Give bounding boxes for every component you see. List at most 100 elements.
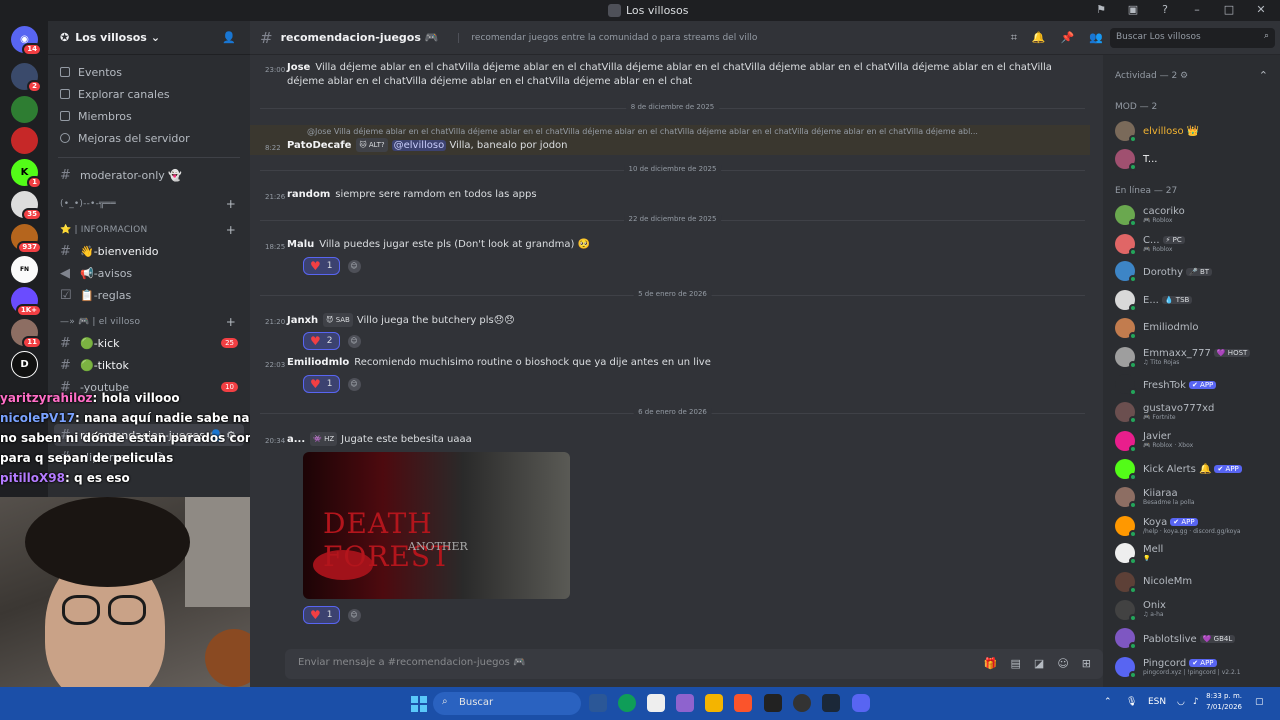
member-item[interactable]: Emmaxx_777 💜 HOST ♫ Tito Rojas [1115,346,1275,369]
guild-icon[interactable] [11,96,38,123]
message-author[interactable]: random [287,189,330,200]
member-item[interactable]: gustavo777xd 🎮 Fortnite [1115,402,1275,425]
chevron-up-icon[interactable]: ⌃ [1259,69,1268,82]
nav-members[interactable]: Miembros [48,105,250,127]
game-image-attachment[interactable]: DEATH FOREST ANOTHER [303,452,570,599]
member-item[interactable]: E... 💧 TSB [1115,289,1275,312]
invite-icon[interactable]: 👤 [222,31,236,44]
category-info[interactable]: ⭐ | INFORMACION + [48,220,250,240]
member-item[interactable]: Kiiaraa Besadme la polla [1115,487,1275,509]
obs-icon[interactable] [793,694,811,712]
gif-icon[interactable]: ▤ [1011,657,1021,670]
add-channel-icon[interactable]: + [226,197,236,211]
kick-icon[interactable]: K1 [11,159,42,189]
volume-icon[interactable]: ♪ [1193,697,1199,707]
activity-header[interactable]: Actividad — 2 ⚙ [1115,71,1188,81]
channel-moderator-only[interactable]: # moderator-only 👻 [48,164,250,186]
message-author[interactable]: Malu [287,239,314,250]
member-item[interactable]: T... [1115,149,1275,171]
guild-icon[interactable]: 937 [11,224,42,254]
apps-icon[interactable]: ⊞ [1082,657,1091,670]
channel-tiktok[interactable]: # 🟢-tiktok [48,354,250,376]
steam-icon[interactable] [822,694,840,712]
member-item[interactable]: Onix ♫ a-ha [1115,599,1275,622]
message[interactable]: @Jose Villa déjeme ablar en el chatVilla… [250,125,1090,155]
add-channel-icon[interactable]: + [226,315,236,329]
home-icon[interactable]: ◉ 14 [11,26,42,56]
message-author[interactable]: Janxh [287,315,318,326]
category-villo[interactable]: —» 🎮 | el villoso + [48,312,250,332]
member-item[interactable]: elvilloso 👑 [1115,121,1275,143]
guild-icon[interactable]: D [11,351,38,378]
channel-topic[interactable]: recomendar juegos entre la comunidad o p… [458,32,757,43]
channel-reglas[interactable]: ☑ 📋-reglas [48,284,250,306]
add-reaction-icon[interactable]: ☺ [347,377,361,391]
taskbar-app-icon[interactable] [589,694,607,712]
minimize-button[interactable]: – [1188,3,1206,16]
language-indicator[interactable]: ESN [1148,697,1166,707]
add-reaction-icon[interactable]: ☺ [347,259,361,273]
tray-chevron-icon[interactable]: ⌃ [1104,697,1112,707]
pin-icon[interactable]: 📌 [1061,31,1075,45]
wifi-icon[interactable]: ◡ [1177,697,1185,707]
member-item[interactable]: Mell 💡 [1115,543,1275,566]
inbox-icon[interactable]: ⚑ [1092,3,1110,16]
message-author[interactable]: Emiliodmlo [287,357,349,368]
gift-icon[interactable]: 🎁 [984,657,998,670]
help-icon[interactable]: ? [1156,3,1174,16]
member-item[interactable]: Dorothy 🎤 BT [1115,261,1275,284]
add-reaction-icon[interactable]: ☺ [347,334,361,348]
mic-icon[interactable]: 🎙 [1126,697,1137,707]
close-button[interactable]: ✕ [1252,3,1270,16]
epic-icon[interactable] [764,694,782,712]
notification-icon[interactable]: ▢ [1255,697,1264,707]
nav-browse[interactable]: Explorar canales [48,83,250,105]
nav-boost[interactable]: Mejoras del servidor [48,127,250,149]
heart-reaction[interactable]: ♥ 1 [303,606,340,624]
member-item[interactable]: C... ⚡ PC 🎮 Roblox [1115,233,1275,256]
channel-avisos[interactable]: ◀ 📢-avisos [48,262,250,284]
clock[interactable]: 8:33 p. m. 7/01/2026 [1206,691,1242,713]
member-item[interactable]: Kick Alerts 🔔 ✔ APP [1115,458,1275,481]
edge-icon[interactable] [618,694,636,712]
discord-icon[interactable] [852,694,870,712]
guild-icon[interactable]: 11 [11,319,42,349]
reply-preview[interactable]: @Jose Villa déjeme ablar en el chatVilla… [307,125,1077,139]
message-composer[interactable]: Enviar mensaje a #recomendacion-juegos 🎮… [285,649,1103,679]
guild-icon[interactable] [11,127,38,154]
sticker-icon[interactable]: ◪ [1034,657,1044,670]
member-item[interactable]: Pingcord ✔ APP pingcord.xyz | !pingcord | … [1115,656,1275,679]
message-author[interactable]: a... [287,434,305,445]
member-item[interactable]: NicoleMm [1115,571,1275,594]
member-item[interactable]: Javier 🎮 Roblox · Xbox [1115,430,1275,453]
mention[interactable]: @elvilloso [391,140,447,151]
member-item[interactable]: Emiliodmlo [1115,317,1275,340]
emoji-icon[interactable]: ☺ [1057,657,1068,670]
brave-icon[interactable] [734,694,752,712]
nav-events[interactable]: Eventos [48,61,250,83]
heart-reaction[interactable]: ♥ 1 [303,257,340,275]
guild-icon[interactable]: 35 [11,191,42,221]
copilot-icon[interactable] [676,694,694,712]
bell-icon[interactable]: 🔔 [1032,31,1046,45]
heart-reaction[interactable]: ♥ 2 [303,332,340,350]
guild-icon[interactable]: 2 [11,63,42,93]
member-list-icon[interactable]: 👥 [1089,31,1103,45]
heart-reaction[interactable]: ♥ 1 [303,375,340,393]
message-author[interactable]: PatoDecafe [287,140,351,151]
store-icon[interactable] [647,694,665,712]
screen-icon[interactable]: ▣ [1124,3,1142,16]
fortnite-icon[interactable]: FN [11,256,38,283]
member-item[interactable]: Pablotslive 💜 GB4L [1115,628,1275,650]
message-author[interactable]: Jose [287,62,310,73]
channel-kick[interactable]: # 🟢-kick 25 [48,332,250,354]
windows-start-icon[interactable] [411,696,427,712]
maximize-button[interactable]: □ [1220,3,1238,16]
taskbar-search[interactable]: ⌕ Buscar [433,692,581,715]
category-1[interactable]: (•_•)--•-╦══ + [48,194,250,214]
search-input[interactable]: Buscar Los villosos ⌕ [1110,28,1275,48]
folder-icon[interactable] [705,694,723,712]
member-item[interactable]: cacoriko 🎮 Roblox [1115,205,1275,227]
guild-icon[interactable]: 1K+ [11,287,42,317]
add-channel-icon[interactable]: + [226,223,236,237]
